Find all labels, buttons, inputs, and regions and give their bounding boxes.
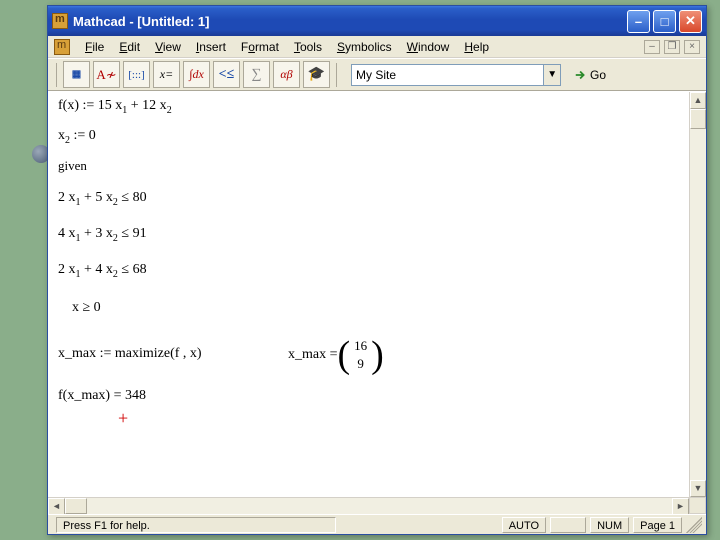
window-buttons: – □ ✕ bbox=[627, 10, 702, 33]
scrollbar-corner bbox=[689, 497, 706, 514]
math-toolbar: ▦ A≁ [:::] x= ∫dx <≤ ∑ αβ 🎓 ▼ Go bbox=[48, 58, 706, 91]
mdi-minimize-button[interactable]: – bbox=[644, 40, 660, 54]
math-region-constraint2[interactable]: 4 x1 + 3 x2 ≤ 91 bbox=[58, 226, 147, 244]
go-label: Go bbox=[590, 68, 606, 82]
graph-toolbar-button[interactable]: A≁ bbox=[93, 61, 120, 88]
scroll-thumb-v[interactable] bbox=[690, 109, 706, 129]
menu-file[interactable]: File bbox=[79, 38, 110, 56]
menu-symbolics[interactable]: Symbolics bbox=[331, 38, 398, 56]
calculator-toolbar-button[interactable]: ▦ bbox=[63, 61, 90, 88]
app-window: Mathcad - [Untitled: 1] – □ ✕ File Edit … bbox=[47, 5, 707, 535]
menu-insert[interactable]: Insert bbox=[190, 38, 232, 56]
scroll-track-h[interactable] bbox=[65, 498, 672, 514]
menu-bar: File Edit View Insert Format Tools Symbo… bbox=[48, 36, 706, 58]
math-region-constraint3[interactable]: 2 x1 + 4 x2 ≤ 68 bbox=[58, 262, 147, 280]
resource-site-combo: ▼ bbox=[351, 64, 561, 86]
scroll-track-v[interactable] bbox=[690, 129, 706, 480]
menu-format[interactable]: Format bbox=[235, 38, 285, 56]
scroll-thumb-h[interactable] bbox=[65, 498, 87, 514]
status-auto: AUTO bbox=[502, 517, 546, 533]
status-blank bbox=[550, 517, 586, 533]
menu-tools[interactable]: Tools bbox=[288, 38, 328, 56]
resource-site-input[interactable] bbox=[351, 64, 544, 86]
math-region-fresult[interactable]: f(x_max) = 348 bbox=[58, 388, 146, 404]
calculus-toolbar-button[interactable]: ∫dx bbox=[183, 61, 210, 88]
menu-view[interactable]: View bbox=[149, 38, 187, 56]
go-arrow-icon bbox=[574, 68, 588, 82]
scroll-up-button[interactable]: ▲ bbox=[690, 92, 706, 109]
status-num: NUM bbox=[590, 517, 629, 533]
symbolic-toolbar-button[interactable]: 🎓 bbox=[303, 61, 330, 88]
resource-site-dropdown-button[interactable]: ▼ bbox=[544, 64, 561, 86]
work-area: f(x) := 15 x1 + 12 x2 x2 := 0 given 2 x1… bbox=[48, 91, 706, 497]
math-region-maximize[interactable]: x_max := maximize(f , x) bbox=[58, 346, 202, 362]
maximize-button[interactable]: □ bbox=[653, 10, 676, 33]
scroll-right-button[interactable]: ► bbox=[672, 498, 689, 515]
status-bar: Press F1 for help. AUTO NUM Page 1 bbox=[48, 514, 706, 534]
resize-grip-icon[interactable] bbox=[686, 517, 702, 533]
matrix-toolbar-button[interactable]: [:::] bbox=[123, 61, 150, 88]
document-icon[interactable] bbox=[54, 39, 70, 55]
status-page: Page 1 bbox=[633, 517, 682, 533]
status-message: Press F1 for help. bbox=[56, 517, 336, 533]
title-bar[interactable]: Mathcad - [Untitled: 1] – □ ✕ bbox=[48, 6, 706, 36]
go-button[interactable]: Go bbox=[570, 66, 610, 84]
scroll-left-button[interactable]: ◄ bbox=[48, 498, 65, 515]
math-region-nonneg[interactable]: x ≥ 0 bbox=[72, 300, 101, 316]
window-title: Mathcad - [Untitled: 1] bbox=[73, 14, 627, 29]
close-button[interactable]: ✕ bbox=[679, 10, 702, 33]
boolean-toolbar-button[interactable]: <≤ bbox=[213, 61, 240, 88]
app-icon bbox=[52, 13, 68, 29]
vertical-scrollbar[interactable]: ▲ ▼ bbox=[689, 92, 706, 497]
math-region-objective[interactable]: f(x) := 15 x1 + 12 x2 bbox=[58, 98, 172, 116]
mdi-buttons: – ❐ × bbox=[644, 40, 700, 54]
programming-toolbar-button[interactable]: ∑ bbox=[243, 61, 270, 88]
menu-edit[interactable]: Edit bbox=[113, 38, 146, 56]
scroll-down-button[interactable]: ▼ bbox=[690, 480, 706, 497]
math-region-given[interactable]: given bbox=[58, 158, 87, 174]
math-region-xmax-result[interactable]: x_max = (169) bbox=[288, 334, 384, 376]
menu-help[interactable]: Help bbox=[458, 38, 495, 56]
minimize-button[interactable]: – bbox=[627, 10, 650, 33]
evaluation-toolbar-button[interactable]: x= bbox=[153, 61, 180, 88]
greek-toolbar-button[interactable]: αβ bbox=[273, 61, 300, 88]
insertion-crosshair-icon: + bbox=[118, 408, 128, 429]
mdi-restore-button[interactable]: ❐ bbox=[664, 40, 680, 54]
horizontal-scrollbar[interactable]: ◄ ► bbox=[48, 497, 689, 514]
menu-window[interactable]: Window bbox=[401, 38, 456, 56]
mdi-close-button[interactable]: × bbox=[684, 40, 700, 54]
worksheet[interactable]: f(x) := 15 x1 + 12 x2 x2 := 0 given 2 x1… bbox=[48, 92, 689, 497]
math-region-x2init[interactable]: x2 := 0 bbox=[58, 128, 96, 146]
math-region-constraint1[interactable]: 2 x1 + 5 x2 ≤ 80 bbox=[58, 190, 147, 208]
